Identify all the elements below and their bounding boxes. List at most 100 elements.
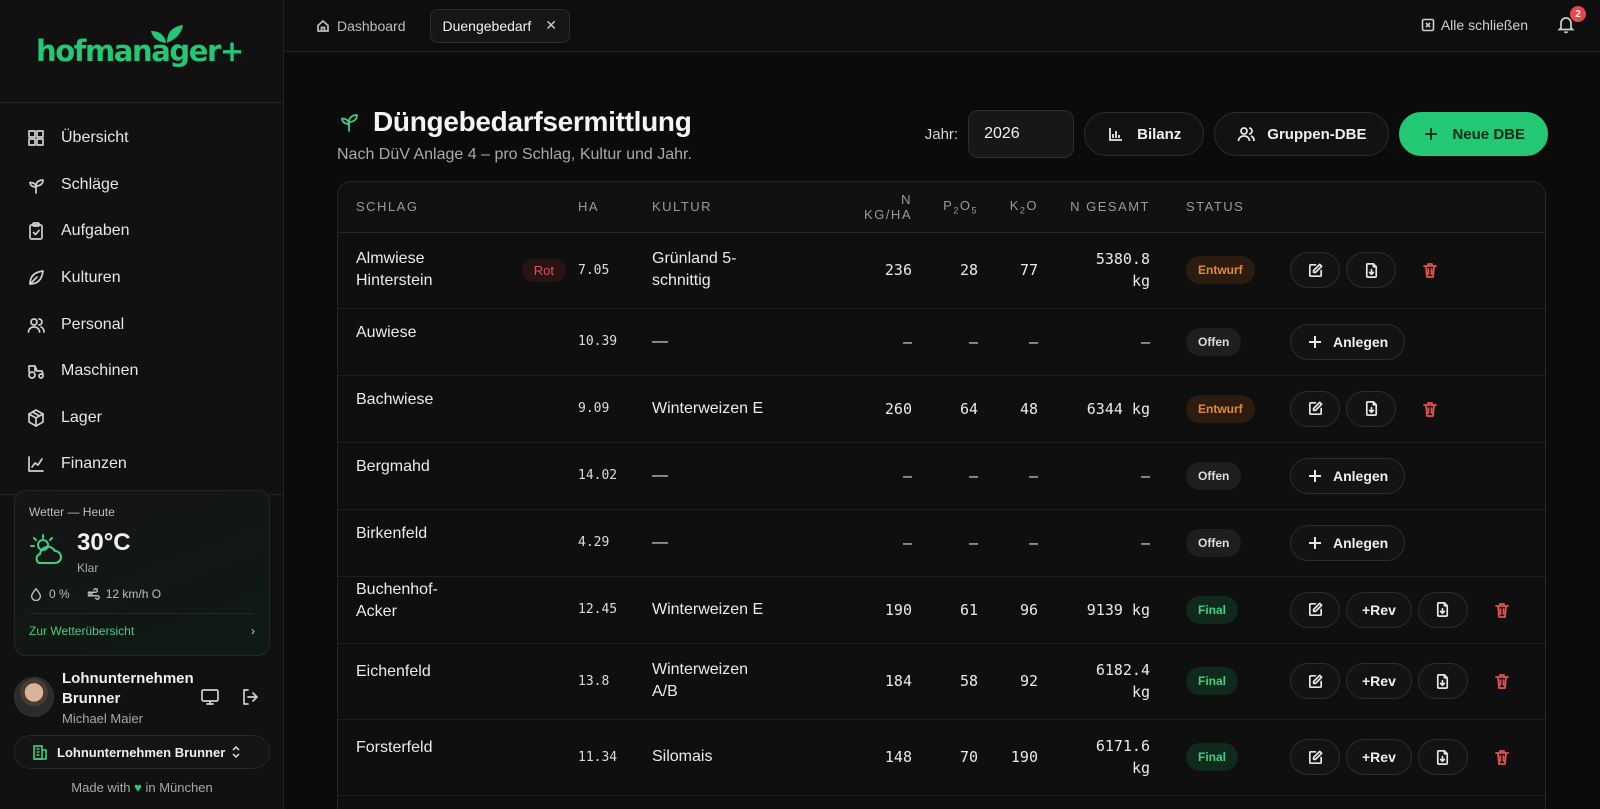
sidebar-item-aufgaben[interactable]: Aufgaben (0, 208, 283, 255)
cell-n-gesamt: 6344 kg (1038, 375, 1150, 443)
delete-button[interactable] (1484, 592, 1520, 628)
cell-n-gesamt: 9139 kg (1038, 576, 1150, 644)
table-row[interactable]: Bergmahd 14.02— – – – – Offen Anlegen (338, 442, 1545, 510)
pdf-export-button[interactable] (1417, 591, 1468, 628)
cell-schlag: Eichenfeld (338, 643, 578, 720)
close-all-button[interactable]: Alle schließen (1421, 17, 1528, 33)
monitor-icon[interactable] (200, 687, 220, 707)
wind-icon (87, 588, 100, 600)
tab-dashboard[interactable]: Dashboard (304, 9, 418, 43)
cell-schlag: Auwiese (338, 308, 578, 376)
sidebar-item-schläge[interactable]: Schläge (0, 162, 283, 209)
col-k2o[interactable]: K2O (978, 182, 1038, 233)
col-kultur[interactable]: KULTUR (652, 182, 812, 233)
main-content: Dashboard Duengebedarf ✕ Alle schließen … (284, 0, 1600, 809)
close-square-icon (1421, 18, 1435, 32)
cell-n-gesamt: 6171.6 kg (1038, 719, 1150, 796)
cell-n: 190 (812, 576, 912, 644)
bar-chart-icon (1109, 128, 1123, 141)
trash-icon (1494, 674, 1509, 689)
building-icon (33, 745, 47, 760)
col-ha[interactable]: HA (578, 182, 652, 233)
cell-p2o5: – (912, 509, 978, 577)
cell-k2o: 96 (978, 576, 1038, 644)
cell-k2o: 92 (978, 643, 1038, 720)
weather-condition: Klar (77, 561, 99, 575)
cell-actions (1290, 375, 1545, 443)
schlag-name: Bachwiese (356, 390, 434, 408)
anlegen-button[interactable]: Anlegen (1290, 524, 1406, 561)
chart-line-icon (28, 456, 44, 473)
revision-button[interactable]: +Rev (1346, 739, 1412, 775)
chevron-updown-icon (232, 745, 240, 759)
brand-logo: hofmanager+ (36, 34, 244, 68)
avatar[interactable] (14, 677, 54, 717)
table-row[interactable]: Auwiese 10.39— – – – – Offen Anlegen (338, 308, 1545, 376)
sidebar-item-lager[interactable]: Lager (0, 395, 283, 442)
pdf-export-button[interactable] (1346, 390, 1396, 427)
cell-n: – (812, 442, 912, 510)
revision-button[interactable]: +Rev (1346, 591, 1412, 628)
year-input[interactable] (968, 110, 1075, 158)
table-row[interactable]: Almwiese Hinterstein Rot 7.05 Grünland 5-sc… (338, 232, 1545, 309)
table-row[interactable]: Bachwiese 9.09 Winterweizen E 260 64 48 6344 k… (338, 375, 1545, 443)
schlag-name: Buchenhof-Acker (356, 580, 438, 620)
table-row[interactable]: Birkenfeld 4.29— – – – – Offen Anlegen (338, 509, 1545, 577)
pdf-export-button[interactable] (1417, 739, 1468, 775)
cell-k2o: 77 (978, 232, 1038, 309)
delete-button[interactable] (1412, 391, 1448, 427)
table-header: SCHLAG HA KULTUR N KG/HA P2O5 K2O N GESA… (338, 182, 1545, 233)
weather-overview-link[interactable]: Zur Wetterübersicht › (29, 613, 255, 638)
sprout-icon (29, 179, 44, 194)
sidebar-item-finanzen[interactable]: Finanzen (0, 441, 283, 488)
delete-button[interactable] (1484, 739, 1520, 775)
bilanz-button[interactable]: Bilanz (1084, 112, 1205, 156)
pdf-export-button[interactable] (1346, 252, 1396, 288)
anlegen-button[interactable]: Anlegen (1290, 457, 1406, 494)
edit-button[interactable] (1290, 390, 1340, 427)
edit-button[interactable] (1290, 591, 1340, 628)
org-switcher[interactable]: Lohnunternehmen Brunner (14, 735, 270, 769)
tab-duengebedarf[interactable]: Duengebedarf ✕ (429, 8, 570, 43)
col-n[interactable]: N KG/HA (812, 182, 912, 233)
new-dbe-button[interactable]: Neue DBE (1399, 112, 1548, 156)
col-p2o5[interactable]: P2O5 (912, 182, 978, 233)
sidebar-item-kulturen[interactable]: Kulturen (0, 255, 283, 302)
edit-button[interactable] (1290, 252, 1340, 288)
edit-button[interactable] (1290, 739, 1340, 775)
sidebar-item-übersicht[interactable]: Übersicht (0, 115, 283, 162)
edit-icon (1308, 674, 1322, 688)
cell-n: – (812, 509, 912, 577)
cell-p2o5: 64 (912, 375, 978, 443)
col-schlag[interactable]: SCHLAG (338, 182, 578, 233)
logout-icon[interactable] (240, 687, 260, 707)
user-name: Michael Maier (62, 710, 143, 726)
delete-button[interactable] (1484, 663, 1520, 699)
sun-cloud-icon (30, 534, 62, 564)
sidebar-item-maschinen[interactable]: Maschinen (0, 348, 283, 395)
revision-button[interactable]: +Rev (1346, 663, 1412, 699)
cell-ha: 13.8 (578, 643, 652, 720)
notifications-button[interactable]: 2 (1556, 6, 1586, 39)
close-icon[interactable]: ✕ (545, 17, 557, 34)
table-row[interactable]: Buchenhof-Acker 12.45 Winterweizen E 190 61 9… (338, 576, 1545, 644)
cell-ha: 12.45 (578, 576, 652, 644)
col-status[interactable]: STATUS (1150, 182, 1290, 233)
trash-icon (1494, 750, 1509, 765)
delete-button[interactable] (1412, 252, 1448, 288)
cell-schlag: Bergmahd (338, 442, 578, 510)
heart-icon: ♥ (134, 780, 142, 795)
user-panel: Lohnunternehmen Brunner Michael Maier (14, 668, 270, 726)
sidebar-item-personal[interactable]: Personal (0, 301, 283, 348)
logo[interactable]: hofmanager+ (0, 0, 283, 103)
edit-button[interactable] (1290, 663, 1340, 699)
col-n-gesamt[interactable]: N GESAMT (1038, 182, 1150, 233)
trash-icon (1494, 602, 1509, 618)
weather-heading: Wetter — Heute (29, 505, 115, 519)
anlegen-button[interactable]: Anlegen (1290, 323, 1406, 360)
table-row[interactable]: Eichenfeld 13.8 Winterweizen A/B 184 58 92 618… (338, 643, 1545, 720)
gruppen-dbe-button[interactable]: Gruppen-DBE (1214, 112, 1390, 156)
pdf-export-button[interactable] (1417, 663, 1468, 699)
table-row[interactable]: Forsterfeld 11.34 Silomais 148 70 190 6171.6 k… (338, 719, 1545, 796)
home-icon (317, 19, 329, 32)
